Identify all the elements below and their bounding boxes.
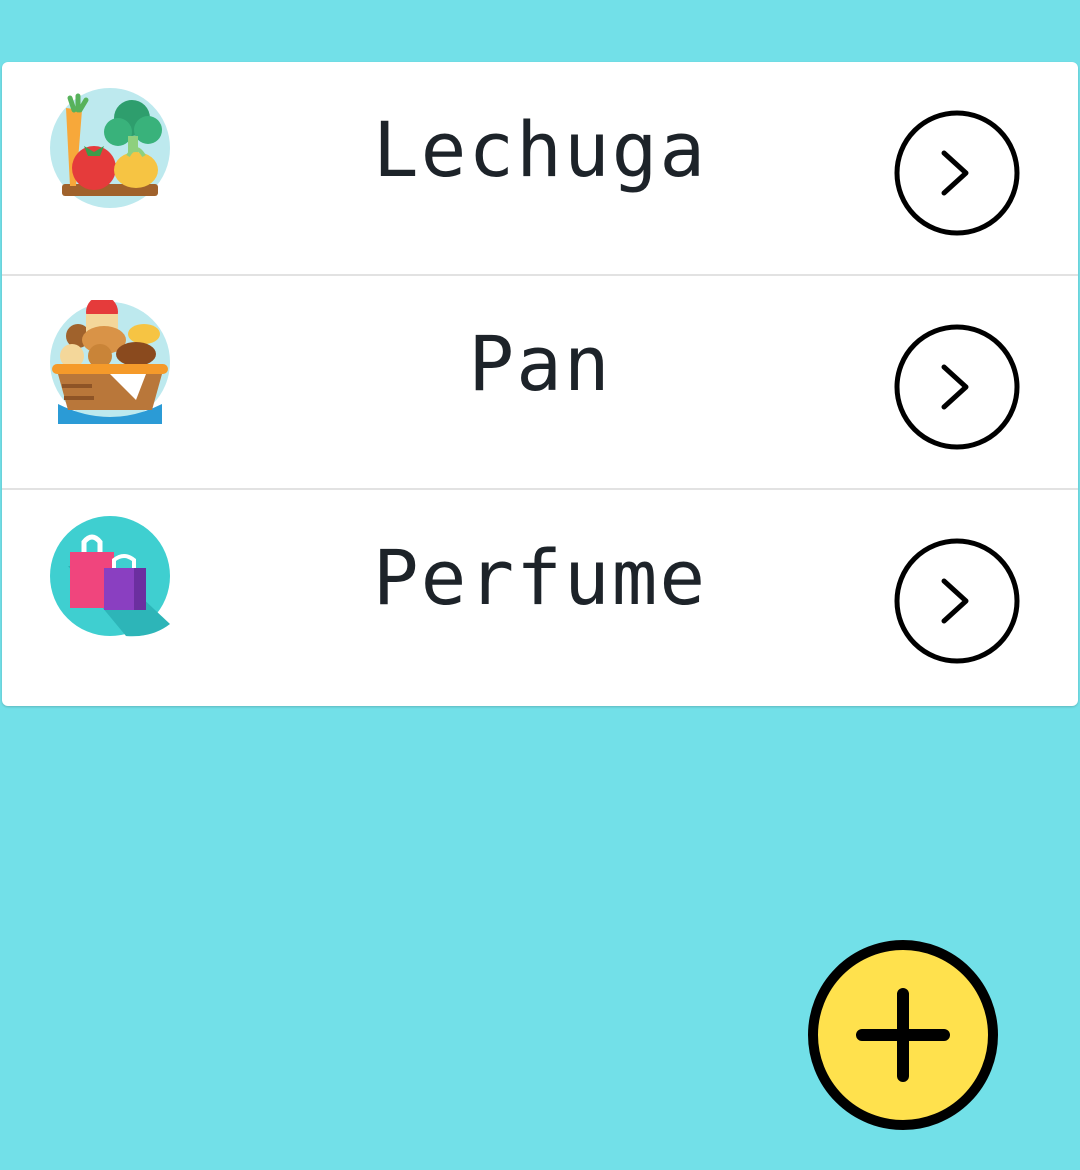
bread-basket-icon (48, 300, 172, 424)
shopping-list: Lechuga Pan Perfume (2, 62, 1078, 706)
list-item-lechuga[interactable]: Lechuga (2, 62, 1078, 276)
shopping-bags-icon (48, 514, 172, 638)
list-item-pan[interactable]: Pan (2, 276, 1078, 490)
chevron-right-icon[interactable] (894, 324, 1020, 450)
chevron-right-icon[interactable] (894, 538, 1020, 664)
add-item-button[interactable] (806, 938, 1000, 1132)
item-label: Lechuga (372, 105, 708, 194)
plus-icon (808, 940, 998, 1130)
chevron-right-icon[interactable] (894, 110, 1020, 236)
list-item-perfume[interactable]: Perfume (2, 490, 1078, 706)
item-label: Pan (468, 319, 612, 408)
vegetables-icon (48, 86, 172, 210)
item-label: Perfume (372, 533, 708, 622)
